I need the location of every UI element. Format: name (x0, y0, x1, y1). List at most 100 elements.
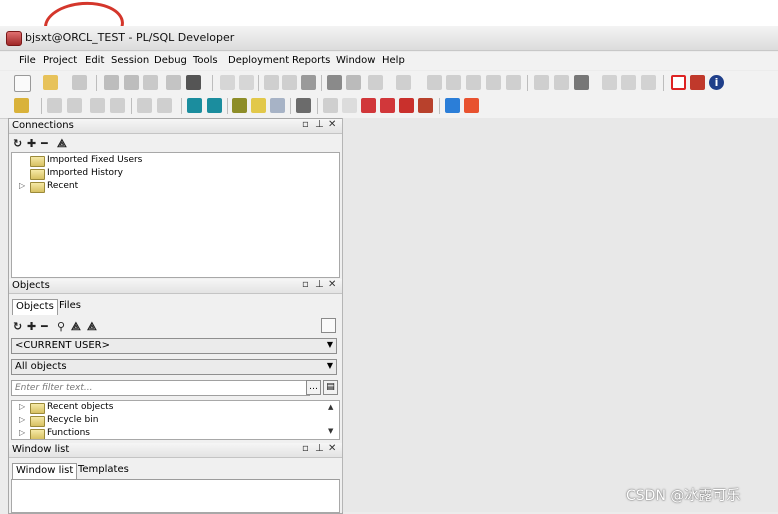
disconnect-icon[interactable] (90, 98, 105, 113)
tile-vertical-icon[interactable] (621, 75, 636, 90)
scroll-up-icon[interactable]: ▲ (328, 403, 333, 411)
info-icon[interactable]: i (709, 75, 724, 90)
tab-templates[interactable]: Templates (75, 463, 132, 479)
indent-icon[interactable] (368, 75, 383, 90)
tools-icon[interactable] (232, 98, 247, 113)
pin-icon[interactable]: ⊥ (315, 119, 324, 130)
close-icon[interactable]: ✕ (328, 443, 336, 454)
refresh-icon[interactable]: ↻ (13, 137, 22, 150)
menu-reports[interactable]: Reports (292, 55, 330, 66)
add-icon[interactable]: ✚ (27, 320, 36, 333)
find-icon[interactable] (327, 75, 342, 90)
object-icon[interactable] (270, 98, 285, 113)
print-icon[interactable] (72, 75, 87, 90)
menu-deployment[interactable]: Deployment (228, 55, 289, 66)
checkbox[interactable] (321, 318, 336, 333)
expand-icon[interactable]: ▷ (19, 428, 25, 437)
menu-session[interactable]: Session (111, 55, 149, 66)
debug-icon[interactable] (380, 98, 395, 113)
copy-icon[interactable] (282, 75, 297, 90)
connect-icon[interactable] (67, 98, 82, 113)
expand-icon[interactable]: ▷ (19, 415, 25, 424)
window-list-icon[interactable] (574, 75, 589, 90)
filter-icon[interactable]: ⟁ (87, 320, 97, 334)
browser-icon[interactable] (251, 98, 266, 113)
scroll-down-icon[interactable]: ▼ (328, 427, 333, 435)
wrench-icon[interactable] (296, 98, 311, 113)
lower-icon[interactable] (486, 75, 501, 90)
uncomment-icon[interactable] (446, 75, 461, 90)
pin-icon[interactable]: ⊥ (315, 443, 324, 454)
unindent-icon[interactable] (396, 75, 411, 90)
key-icon[interactable] (14, 98, 29, 113)
main-toolbar: i (0, 71, 778, 95)
expand-icon[interactable]: ▷ (19, 181, 25, 190)
minimize-icon[interactable]: ▫ (302, 443, 309, 454)
upper-icon[interactable] (466, 75, 481, 90)
compile-icon[interactable] (186, 75, 201, 90)
pdf-icon[interactable] (690, 75, 705, 90)
folder-icon (30, 403, 45, 414)
oracle-icon[interactable] (671, 75, 686, 90)
undo-icon[interactable] (220, 75, 235, 90)
eraser-icon[interactable] (342, 98, 357, 113)
back-arrow-icon[interactable] (445, 98, 460, 113)
execute-icon[interactable] (137, 98, 152, 113)
paste-icon[interactable] (301, 75, 316, 90)
refresh-icon[interactable]: ↻ (13, 320, 22, 333)
cascade-icon[interactable] (554, 75, 569, 90)
open-icon[interactable] (43, 75, 58, 90)
close-icon[interactable]: ✕ (328, 279, 336, 290)
more-button[interactable]: … (306, 380, 321, 395)
menu-project[interactable]: Project (43, 55, 77, 66)
tab-files[interactable]: Files (56, 299, 84, 315)
compile-all-icon[interactable] (323, 98, 338, 113)
forward-arrow-icon[interactable] (464, 98, 479, 113)
filter-icon[interactable]: ⟁ (71, 320, 81, 334)
find-icon[interactable]: ⚲ (57, 320, 65, 333)
rollback-icon[interactable] (187, 98, 202, 113)
minimize-icon[interactable]: ▫ (302, 119, 309, 130)
find-next-icon[interactable] (346, 75, 361, 90)
menu-window[interactable]: Window (336, 55, 375, 66)
pin-icon[interactable]: ⊥ (315, 279, 324, 290)
tab-objects[interactable]: Objects (12, 299, 58, 315)
menu-help[interactable]: Help (382, 55, 405, 66)
stop-icon[interactable] (110, 98, 125, 113)
brush-icon[interactable] (418, 98, 433, 113)
minimize-icon[interactable]: ▫ (302, 279, 309, 290)
object-type-select[interactable]: All objects ▼ (11, 359, 337, 375)
filter-options-icon[interactable]: ▤ (323, 380, 338, 395)
filter-icon[interactable]: ⟁ (57, 137, 67, 151)
save-icon[interactable] (104, 75, 119, 90)
menu-edit[interactable]: Edit (85, 55, 104, 66)
cut-icon[interactable] (264, 75, 279, 90)
new-icon[interactable] (14, 75, 31, 92)
tile-vertical-icon[interactable] (534, 75, 549, 90)
expand-icon[interactable]: ▷ (19, 402, 25, 411)
user-select[interactable]: <CURRENT USER> ▼ (11, 338, 337, 354)
tab-window-list[interactable]: Window list (12, 463, 78, 479)
close-icon[interactable]: ✕ (328, 119, 336, 130)
remove-icon[interactable]: ━ (41, 137, 48, 150)
db-icon[interactable] (47, 98, 62, 113)
ruby-icon[interactable] (361, 98, 376, 113)
menu-tools[interactable]: Tools (193, 55, 218, 66)
redo-icon[interactable] (239, 75, 254, 90)
tile-horizontal-icon[interactable] (506, 75, 521, 90)
filter-input[interactable]: Enter filter text... (11, 380, 310, 396)
add-icon[interactable]: ✚ (27, 137, 36, 150)
menu-debug[interactable]: Debug (154, 55, 187, 66)
objects-title: Objects (12, 280, 50, 291)
remove-icon[interactable]: ━ (41, 320, 48, 333)
print-preview-icon[interactable] (166, 75, 181, 90)
comment-icon[interactable] (427, 75, 442, 90)
save-all-icon[interactable] (124, 75, 139, 90)
menu-file[interactable]: File (19, 55, 36, 66)
commit-icon[interactable] (157, 98, 172, 113)
cascade-icon[interactable] (641, 75, 656, 90)
report-icon[interactable] (207, 98, 222, 113)
tile-horizontal-icon[interactable] (602, 75, 617, 90)
debug-icon[interactable] (399, 98, 414, 113)
copy-to-icon[interactable] (143, 75, 158, 90)
